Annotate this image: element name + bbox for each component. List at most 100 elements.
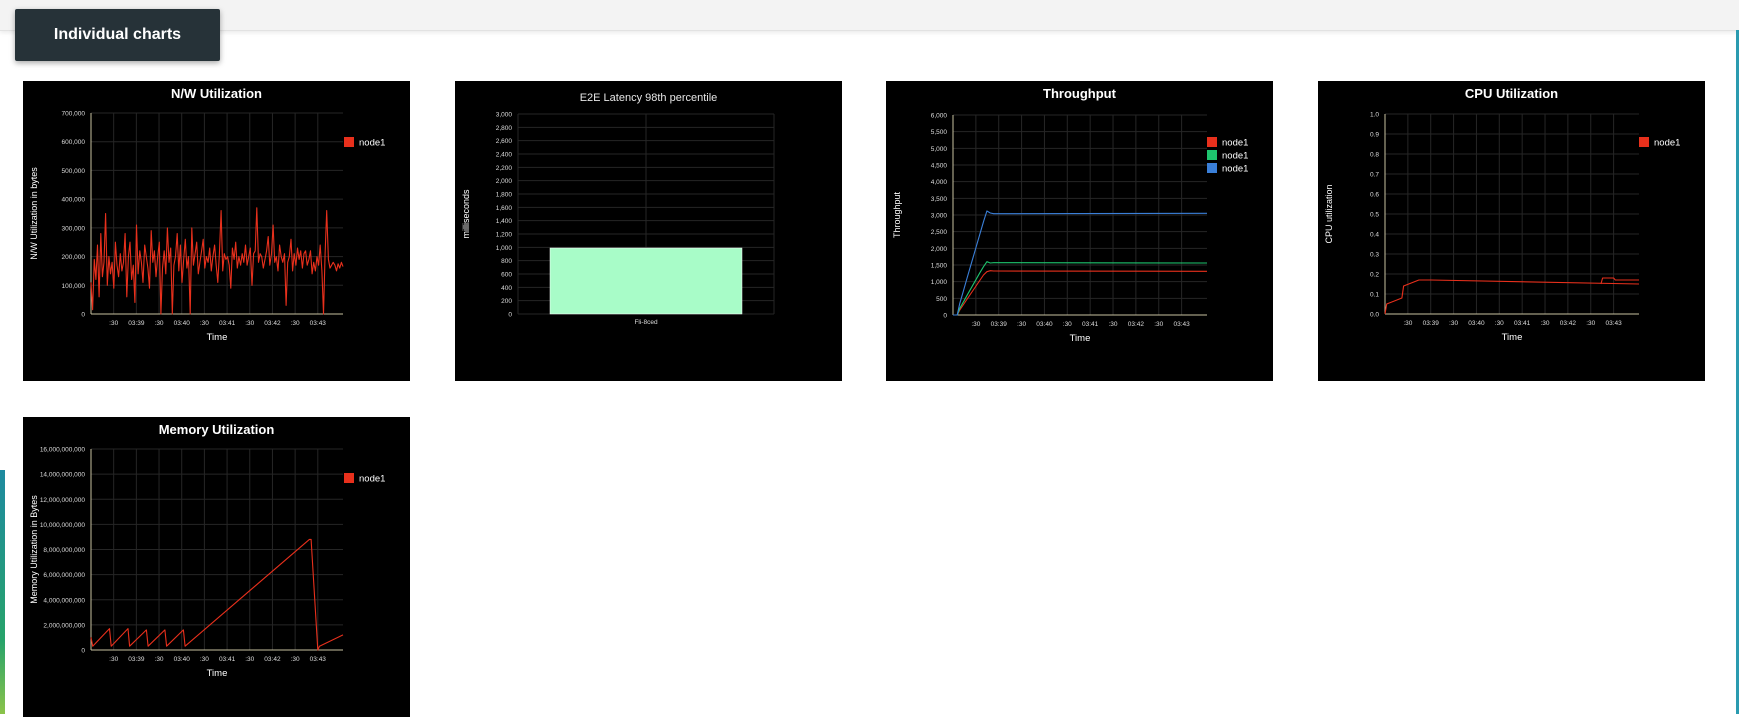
legend-label: node1 <box>1222 164 1248 175</box>
y-tick-label: 1.0 <box>1370 112 1379 119</box>
x-tick-label: 03:39 <box>128 320 145 327</box>
x-tick-label: 03:41 <box>219 320 236 327</box>
x-tick-label: :30 <box>1586 320 1595 327</box>
y-tick-label: 3,000 <box>496 112 513 119</box>
y-tick-label: 2,400 <box>496 152 513 159</box>
x-tick-label: 03:43 <box>1605 320 1622 327</box>
y-tick-label: 2,200 <box>496 165 513 172</box>
y-tick-label: 0.1 <box>1370 292 1379 299</box>
y-tick-label: 5,500 <box>931 129 948 136</box>
memory-utilization-panel: Memory Utilization 0 2,000,000,000 4,000,00… <box>23 417 410 717</box>
y-tick-label: 300,000 <box>62 225 86 232</box>
series-line <box>90 207 344 315</box>
legend-swatch <box>1207 163 1217 173</box>
e2e-latency-chart: E2E Latency 98th percentile 0 200 400 600 800… <box>461 92 775 326</box>
y-tick-label: 2,800 <box>496 125 513 132</box>
y-tick-label: 0 <box>81 648 85 655</box>
y-axis-label: milliseconds <box>461 189 471 239</box>
y-tick-label: 6,000,000,000 <box>43 572 85 579</box>
x-tick-label: :30 <box>155 656 164 663</box>
y-tick-label: 0.6 <box>1370 192 1379 199</box>
y-tick-label: 1,000 <box>496 245 513 252</box>
x-axis-label: Time <box>207 332 228 343</box>
nw-utilization-panel: N/W Utilization 0 100,000 200,000 300,000 400… <box>23 81 410 381</box>
y-tick-label: 0.9 <box>1370 132 1379 139</box>
y-tick-label: 0.7 <box>1370 172 1379 179</box>
individual-charts-tab[interactable]: Individual charts <box>15 9 220 61</box>
y-tick-label: 700,000 <box>62 111 86 118</box>
x-tick-label: :30 <box>291 320 300 327</box>
series-line <box>953 261 1208 316</box>
x-tick-label: :30 <box>245 656 254 663</box>
x-tick-label: 03:40 <box>1036 321 1053 328</box>
x-axis-label: Time <box>1502 332 1523 343</box>
y-tick-label: 14,000,000,000 <box>40 472 86 479</box>
x-tick-label: :30 <box>1108 321 1117 328</box>
chart-title: Throughput <box>1043 86 1117 101</box>
nw-utilization-chart: N/W Utilization 0 100,000 200,000 300,000 400… <box>29 86 385 343</box>
x-tick-label: 03:41 <box>1082 321 1099 328</box>
x-tick-label: :30 <box>109 320 118 327</box>
y-tick-label: 2,000,000,000 <box>43 622 85 629</box>
x-tick-label: :30 <box>1063 321 1072 328</box>
series-line <box>90 538 344 651</box>
y-tick-label: 200,000 <box>62 254 86 261</box>
x-tick-label: 03:40 <box>174 320 191 327</box>
y-axis-label: Throughput <box>892 191 902 238</box>
y-tick-label: 0 <box>508 312 512 319</box>
top-bar <box>0 0 1739 31</box>
x-tick-label: 03:40 <box>1468 320 1485 327</box>
y-tick-label: 0.2 <box>1370 272 1379 279</box>
x-tick-label: :30 <box>971 321 980 328</box>
x-tick-label: 03:42 <box>1128 321 1145 328</box>
y-tick-label: 1,800 <box>496 192 513 199</box>
y-tick-label: 0.5 <box>1370 212 1379 219</box>
legend-label: node1 <box>359 138 385 149</box>
legend-swatch <box>1639 137 1649 147</box>
bar <box>549 247 743 315</box>
x-tick-label: 03:41 <box>1514 320 1531 327</box>
y-tick-label: 0.0 <box>1370 312 1379 319</box>
x-tick-label: :30 <box>109 656 118 663</box>
legend-label: node1 <box>359 474 385 485</box>
y-tick-label: 12,000,000,000 <box>40 497 86 504</box>
y-tick-label: 10,000,000,000 <box>40 522 86 529</box>
y-tick-label: 0 <box>943 313 947 320</box>
legend-swatch <box>344 137 354 147</box>
throughput-panel: Throughput 0 500 1,000 1,500 2,000 2,500 3,000 3… <box>886 81 1273 381</box>
x-tick-label: 03:42 <box>1560 320 1577 327</box>
y-tick-label: 0.4 <box>1370 232 1379 239</box>
y-tick-label: 1,400 <box>496 218 513 225</box>
x-tick-label: 03:43 <box>310 656 327 663</box>
cpu-utilization-chart: CPU Utilization 0.0 0.1 0.2 0.3 0.4 0.5 0.6 0.7 0… <box>1324 86 1680 343</box>
y-tick-label: 0.3 <box>1370 252 1379 259</box>
y-tick-label: 600,000 <box>62 139 86 146</box>
x-tick-label: :30 <box>291 656 300 663</box>
legend-swatch <box>1207 137 1217 147</box>
x-tick-label: :30 <box>1403 320 1412 327</box>
x-tick-label: :30 <box>155 320 164 327</box>
series-line <box>953 270 1208 316</box>
x-tick-label: :30 <box>245 320 254 327</box>
y-tick-label: 600 <box>501 272 512 279</box>
y-tick-label: 3,000 <box>931 213 948 220</box>
x-tick-label: 03:39 <box>1423 320 1440 327</box>
y-tick-label: 1,600 <box>496 205 513 212</box>
x-tick-label: 03:39 <box>991 321 1008 328</box>
x-tick-label: 03:43 <box>310 320 327 327</box>
x-tick-label: :30 <box>1154 321 1163 328</box>
series-line <box>1384 279 1640 315</box>
throughput-chart: Throughput 0 500 1,000 1,500 2,000 2,500 3,000 3… <box>892 86 1248 344</box>
y-tick-label: 2,500 <box>931 229 948 236</box>
x-tick-label: :30 <box>1495 320 1504 327</box>
y-axis-label: Memory Utilization in Bytes <box>29 495 39 604</box>
y-tick-label: 2,000 <box>496 178 513 185</box>
y-tick-label: 1,000 <box>931 279 948 286</box>
x-tick-label: 03:42 <box>264 320 281 327</box>
y-tick-label: 100,000 <box>62 283 86 290</box>
y-tick-label: 4,000 <box>931 179 948 186</box>
legend-swatch <box>344 473 354 483</box>
legend-label: node1 <box>1654 138 1680 149</box>
y-tick-label: 1,500 <box>931 263 948 270</box>
y-tick-label: 8,000,000,000 <box>43 547 85 554</box>
